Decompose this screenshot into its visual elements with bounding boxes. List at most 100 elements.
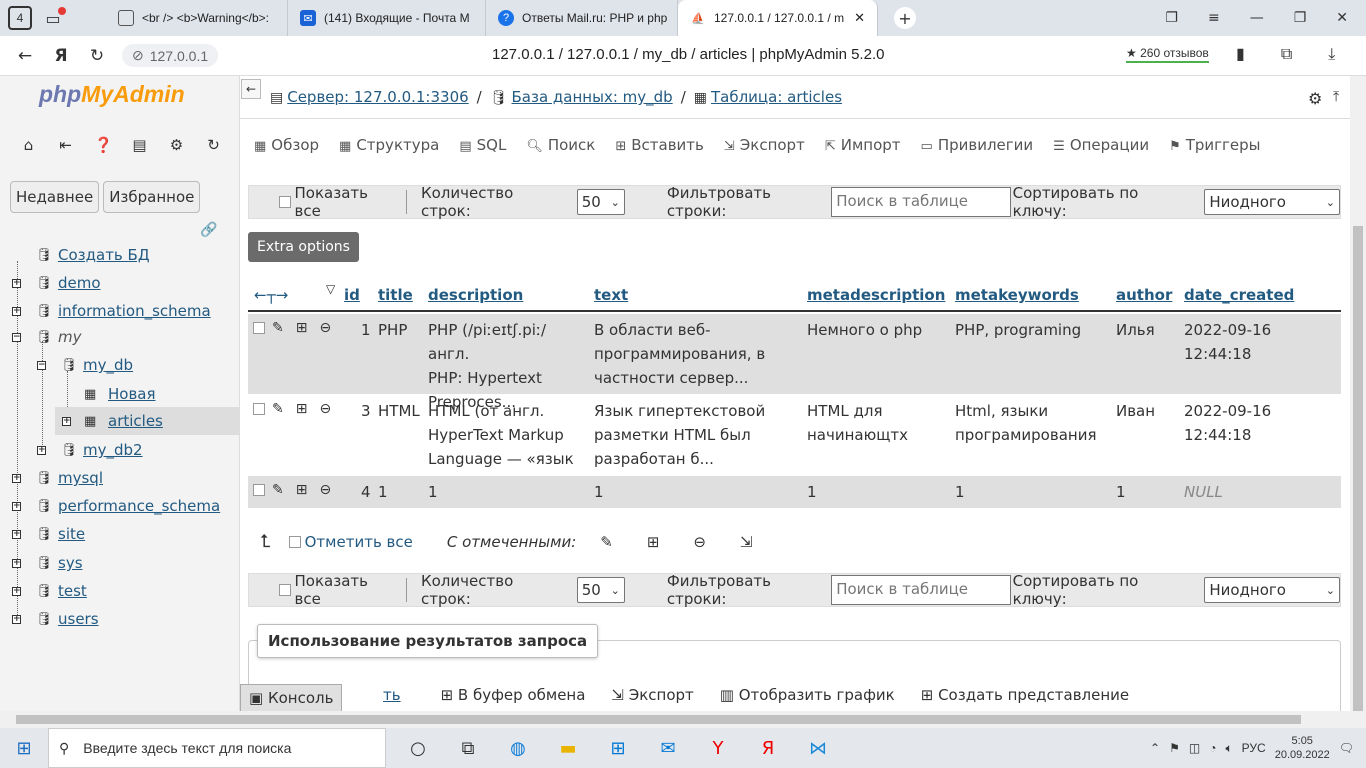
tree-create-db[interactable]: 🛢 Создать БД [0,241,239,269]
reload-icon[interactable]: ↻ [86,46,108,66]
settings-icon[interactable]: ⚙ [168,136,185,154]
tree-new-table[interactable]: ▦ Новая [0,380,239,408]
windows-start-icon[interactable]: ⊞ [0,738,48,759]
rows-select[interactable]: 50 ⌄ [576,577,625,603]
column-metakeywords[interactable]: metakeywords [955,286,1079,304]
chart-action[interactable]: ▥ Отобразить график [720,686,895,704]
bulk-export-icon[interactable]: ⇲ [740,533,753,551]
tree-db-users[interactable]: + 🛢 users [0,605,239,633]
tree-db-mysql[interactable]: + 🛢 mysql [0,464,239,492]
expand-icon[interactable]: + [37,445,46,455]
menu-sql[interactable]: ▤ SQL [459,136,506,154]
bulk-copy-icon[interactable]: ⊞ [647,533,660,551]
expand-icon[interactable]: + [12,473,21,483]
scroll-top-icon[interactable]: ⤒ [1333,89,1339,105]
menu-import[interactable]: ⇱ Импорт [825,136,901,154]
tabs-manager-icon[interactable]: ▭ [40,5,66,31]
column-description[interactable]: description [428,286,523,304]
row-checkbox[interactable] [253,484,265,496]
home-icon[interactable]: ⌂ [20,136,37,154]
menu-privileges[interactable]: ▭ Привилегии [921,136,1034,154]
recent-tab[interactable]: Недавнее [10,181,100,213]
delete-icon[interactable]: ⊖ [319,482,331,498]
expand-icon[interactable]: + [12,614,21,624]
menu-insert[interactable]: ⊞ Вставить [615,136,704,154]
menu-operations[interactable]: ☰ Операции [1053,136,1149,154]
tree-db-sys[interactable]: + 🛢 sys [0,549,239,577]
expand-icon[interactable]: + [12,306,21,316]
language-indicator[interactable]: РУС [1242,741,1266,755]
close-tab-icon[interactable]: ✕ [854,10,865,26]
cortana-icon[interactable]: ○ [406,738,430,759]
horizontal-scrollbar[interactable] [0,711,1366,728]
url-pill[interactable]: ⊘ 127.0.0.1 [122,44,219,67]
edit-icon[interactable]: ✎ [272,401,284,417]
menu-icon[interactable]: ≡ [1208,10,1220,26]
menu-structure[interactable]: ▦ Структура [339,136,439,154]
row-checkbox[interactable] [253,322,265,334]
help-icon[interactable]: ❓ [94,136,113,154]
column-date-created[interactable]: date_created [1184,286,1294,304]
copy-icon[interactable]: ⊞ [296,401,308,417]
menu-search[interactable]: 🔍︎ Поиск [526,136,595,154]
tree-db-demo[interactable]: + 🛢 demo [0,269,239,297]
phpmyadmin-logo[interactable]: phpMyAdmin [39,81,185,108]
copy-icon[interactable]: ⊞ [296,320,308,336]
row-checkbox[interactable] [253,403,265,415]
tray-app-icon[interactable]: ⚑ [1169,741,1180,755]
extensions-icon[interactable]: ⧉ [1281,44,1292,64]
restore-icon[interactable]: ❐ [1294,10,1307,26]
store-icon[interactable]: ⊞ [606,738,630,759]
column-author[interactable]: author [1116,286,1172,304]
tree-db-test[interactable]: + 🛢 test [0,577,239,605]
sort-select[interactable]: Ниодного ⌄ [1204,577,1340,603]
browser-tab-active[interactable]: ⛵ 127.0.0.1 / 127.0.0.1 / m ✕ [678,0,878,36]
tray-chevron-icon[interactable]: ⌃ [1150,741,1160,755]
expand-icon[interactable]: + [12,586,21,596]
filter-input[interactable]: Поиск в таблице [831,575,1011,605]
favorites-tab[interactable]: Избранное [103,181,201,213]
delete-icon[interactable]: ⊖ [319,320,331,336]
menu-export[interactable]: ⇲ Экспорт [724,136,805,154]
sort-direction-icon[interactable]: ▽ [326,282,335,296]
column-metadescription[interactable]: metadescription [807,286,945,304]
delete-icon[interactable]: ⊖ [319,401,331,417]
task-view-icon[interactable]: ⧉ [456,738,480,759]
expand-icon[interactable]: + [12,501,21,511]
column-title[interactable]: title [378,286,413,304]
yandex-icon[interactable]: Я [756,738,780,759]
column-text[interactable]: text [594,286,628,304]
page-settings-icon[interactable]: ⚙ [1308,89,1322,108]
export-action[interactable]: ⇲ Экспорт [611,686,693,704]
breadcrumb-table[interactable]: Таблица: articles [711,88,842,106]
sort-select[interactable]: Ниодного ⌄ [1204,189,1340,215]
clipboard-action[interactable]: ⊞ В буфер обмена [441,686,586,704]
tree-db-site[interactable]: + 🛢 site [0,520,239,548]
filter-input[interactable]: Поиск в таблице [831,187,1011,217]
new-tab-icon[interactable]: + [894,7,916,29]
collapse-icon[interactable]: − [12,332,21,342]
link-icon[interactable]: 🔗 [200,222,217,238]
notifications-icon[interactable]: 🗨︎ [1339,741,1354,755]
minimize-icon[interactable]: — [1250,10,1264,26]
browser-tab-3[interactable]: ? Ответы Mail.ru: PHP и php [486,0,678,36]
print-link[interactable]: ть [383,686,401,704]
breadcrumb-server[interactable]: Сервер: 127.0.0.1:3306 [287,88,468,106]
taskbar-search[interactable]: ⚲ Введите здесь текст для поиска [48,728,386,768]
logout-icon[interactable]: ⇤ [57,136,74,154]
tree-table-articles[interactable]: + ▦ articles [55,407,239,435]
check-all[interactable]: Отметить все [288,533,413,551]
tree-db-performance-schema[interactable]: + 🛢 performance_schema [0,492,239,520]
show-all-checkbox[interactable] [279,584,291,596]
console-toggle[interactable]: ▣ Консоль [240,684,343,711]
expand-icon[interactable]: + [12,278,21,288]
volume-icon[interactable]: 🔈︎ [1225,741,1232,756]
file-explorer-icon[interactable]: ▬ [556,738,580,759]
bulk-edit-icon[interactable]: ✎ [600,533,613,551]
tree-db-information-schema[interactable]: + 🛢 information_schema [0,297,239,325]
rows-select[interactable]: 50 ⌄ [576,189,625,215]
collapse-icon[interactable]: − [37,360,46,370]
vertical-scrollbar[interactable] [1350,76,1366,716]
yandex-browser-icon[interactable]: Y [706,738,730,759]
show-all-checkbox[interactable] [279,196,291,208]
